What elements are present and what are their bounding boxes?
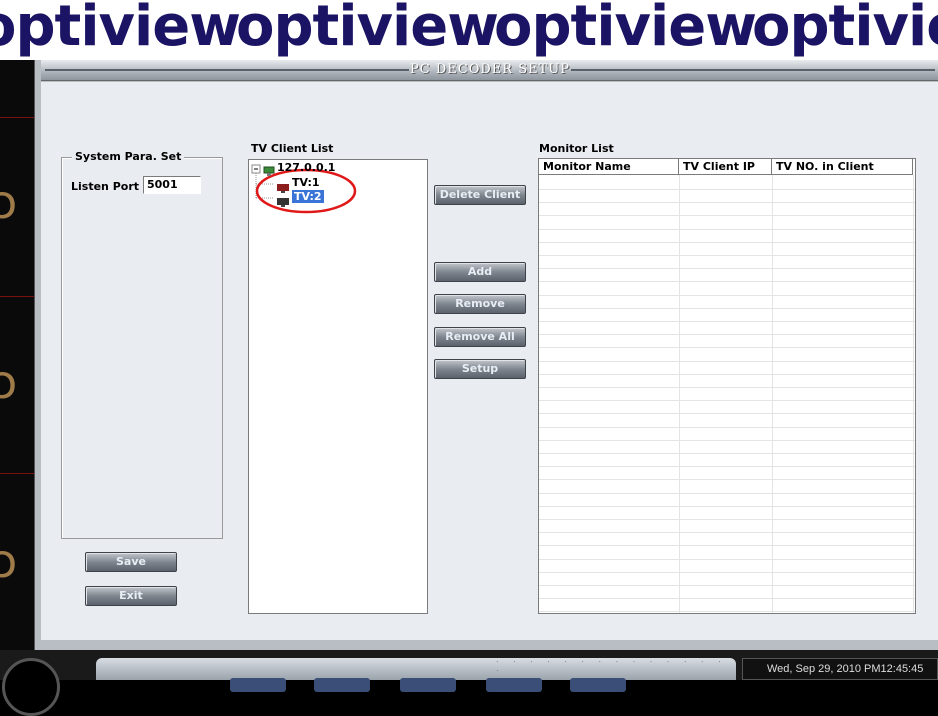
brand-logo-text: optiview bbox=[494, 0, 757, 59]
taskbar-button[interactable] bbox=[400, 678, 456, 692]
tree-root-node[interactable]: 127.0.0.1 bbox=[277, 161, 335, 174]
grid-row-line bbox=[539, 585, 915, 586]
taskbar-button[interactable] bbox=[570, 678, 626, 692]
listen-port-label: Listen Port bbox=[71, 180, 140, 193]
taskbar-button[interactable] bbox=[486, 678, 542, 692]
monitor-list-table[interactable]: Monitor Name TV Client IP TV NO. in Clie… bbox=[538, 158, 916, 614]
grid-row-line bbox=[539, 427, 915, 428]
grid-row-line bbox=[539, 506, 915, 507]
grid-row-line bbox=[539, 598, 915, 599]
grid-row-line bbox=[539, 189, 915, 190]
grid-row-line bbox=[539, 321, 915, 322]
window-titlebar[interactable]: PC DECODER SETUP bbox=[41, 60, 938, 81]
grid-row-line bbox=[539, 215, 915, 216]
taskbar-panel: . . . . . . . . . . . . . . . bbox=[96, 655, 736, 692]
taskbar-button[interactable] bbox=[314, 678, 370, 692]
tv-client-list-title: TV Client List bbox=[251, 142, 334, 155]
grid-row-line bbox=[539, 532, 915, 533]
grid-row-line bbox=[539, 374, 915, 375]
brand-banner: optiview optiview optiview optiview bbox=[0, 0, 938, 60]
grid-row-line bbox=[539, 453, 915, 454]
tv-device-icon bbox=[276, 192, 290, 211]
grid-row-line bbox=[539, 479, 915, 480]
system-params-group: System Para. Set bbox=[61, 150, 223, 539]
grid-row-line bbox=[539, 545, 915, 546]
tree-node-tv2[interactable]: TV:2 bbox=[292, 190, 324, 203]
system-params-title: System Para. Set bbox=[72, 150, 185, 163]
tv-client-tree[interactable]: 127.0.0.1 TV:1 TV:2 bbox=[248, 159, 428, 614]
grid-row-line bbox=[539, 255, 915, 256]
tree-node-tv1[interactable]: TV:1 bbox=[292, 176, 320, 189]
exit-button[interactable]: Exit bbox=[85, 586, 177, 606]
window-title: PC DECODER SETUP bbox=[410, 62, 570, 77]
grid-row-line bbox=[539, 334, 915, 335]
taskbar-button[interactable] bbox=[230, 678, 286, 692]
grid-row-line bbox=[539, 268, 915, 269]
brand-logo-text: optiview bbox=[236, 0, 499, 59]
brand-logo-text: optiview bbox=[752, 0, 938, 59]
grid-row-line bbox=[539, 611, 915, 612]
background-strip: ↄ ↄ ↄ bbox=[0, 60, 36, 650]
column-header-monitor-name[interactable]: Monitor Name bbox=[539, 159, 679, 175]
start-orb-icon[interactable] bbox=[2, 658, 60, 716]
grid-row-line bbox=[539, 281, 915, 282]
monitor-list-title: Monitor List bbox=[539, 142, 614, 155]
grid-row-line bbox=[539, 440, 915, 441]
grid-row-line bbox=[539, 308, 915, 309]
network-computer-icon bbox=[263, 162, 275, 176]
add-button[interactable]: Add bbox=[434, 262, 526, 282]
remove-button[interactable]: Remove bbox=[434, 294, 526, 314]
grid-row-line bbox=[539, 361, 915, 362]
taskbar: . . . . . . . . . . . . . . . Wed, Sep 2… bbox=[0, 650, 938, 716]
pc-decoder-setup-window: PC DECODER SETUP System Para. Set Listen… bbox=[34, 60, 938, 650]
column-header-tv-client-ip[interactable]: TV Client IP bbox=[679, 159, 772, 175]
grid-row-line bbox=[539, 559, 915, 560]
taskbar-clock: Wed, Sep 29, 2010 PM12:45:45 bbox=[742, 658, 938, 680]
grid-row-line bbox=[539, 229, 915, 230]
save-button[interactable]: Save bbox=[85, 552, 177, 572]
grid-row-line bbox=[539, 387, 915, 388]
grid-row-line bbox=[539, 572, 915, 573]
grid-row-line bbox=[539, 493, 915, 494]
listen-port-input[interactable]: 5001 bbox=[143, 176, 201, 194]
grid-row-line bbox=[539, 466, 915, 467]
grid-row-line bbox=[539, 519, 915, 520]
dialog-content: System Para. Set Listen Port 5001 TV Cli… bbox=[41, 82, 938, 640]
column-header-tv-no[interactable]: TV NO. in Client bbox=[772, 159, 913, 175]
grid-row-line bbox=[539, 347, 915, 348]
grid-row-line bbox=[539, 202, 915, 203]
grid-row-line bbox=[539, 242, 915, 243]
brand-logo-text: optiview bbox=[0, 0, 241, 59]
delete-client-button[interactable]: Delete Client bbox=[434, 185, 526, 205]
grid-row-line bbox=[539, 295, 915, 296]
remove-all-button[interactable]: Remove All bbox=[434, 327, 526, 347]
grid-row-line bbox=[539, 400, 915, 401]
grid-row-line bbox=[539, 413, 915, 414]
setup-button[interactable]: Setup bbox=[434, 359, 526, 379]
